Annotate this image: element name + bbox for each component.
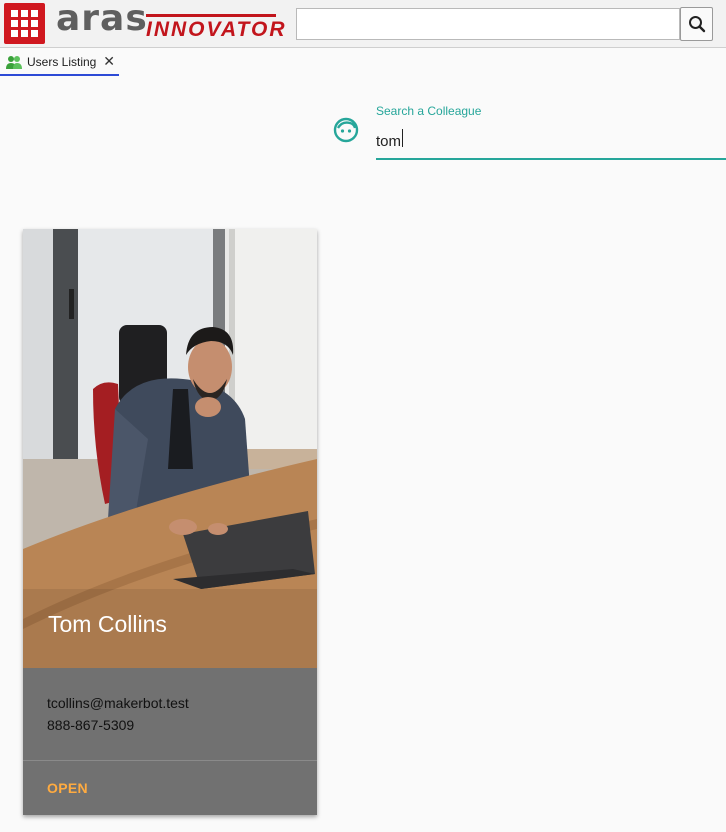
logo-underline (146, 14, 276, 17)
face-icon (333, 117, 359, 143)
grid-dot (31, 30, 38, 37)
grid-dot (31, 20, 38, 27)
close-icon[interactable]: ✕ (103, 53, 115, 70)
tab-users-listing[interactable]: Users Listing ✕ (0, 50, 119, 76)
colleague-card: Tom Collins tcollins@makerbot.test 888-8… (23, 229, 317, 815)
grid-dot (11, 20, 18, 27)
open-colleague-button[interactable]: OPEN (47, 780, 88, 796)
colleague-search-label: Search a Colleague (376, 104, 482, 118)
tab-label: Users Listing (27, 55, 97, 69)
card-divider (23, 760, 317, 761)
users-icon (6, 55, 22, 69)
colleague-search-input[interactable] (376, 124, 726, 160)
global-search-button[interactable] (680, 7, 713, 41)
grid-dot (21, 20, 28, 27)
grid-dot (21, 10, 28, 17)
grid-dot (11, 10, 18, 17)
logo-aras-text: aras (56, 0, 148, 39)
grid-dot (31, 10, 38, 17)
app-grid-menu-button[interactable] (4, 3, 45, 44)
app-header: aras INNOVATOR (0, 0, 726, 48)
aras-innovator-logo: aras INNOVATOR (56, 0, 285, 44)
text-caret (402, 129, 403, 147)
search-icon (688, 16, 705, 33)
colleague-email: tcollins@makerbot.test (47, 695, 189, 711)
tab-bar: Users Listing ✕ (0, 48, 726, 76)
logo-innovator-text: INNOVATOR (146, 18, 287, 41)
grid-dot (11, 30, 18, 37)
colleague-name: Tom Collins (48, 611, 167, 637)
colleague-photo (23, 229, 317, 668)
colleague-phone: 888-867-5309 (47, 717, 135, 733)
global-search-input[interactable] (296, 8, 680, 40)
grid-dot (21, 30, 28, 37)
